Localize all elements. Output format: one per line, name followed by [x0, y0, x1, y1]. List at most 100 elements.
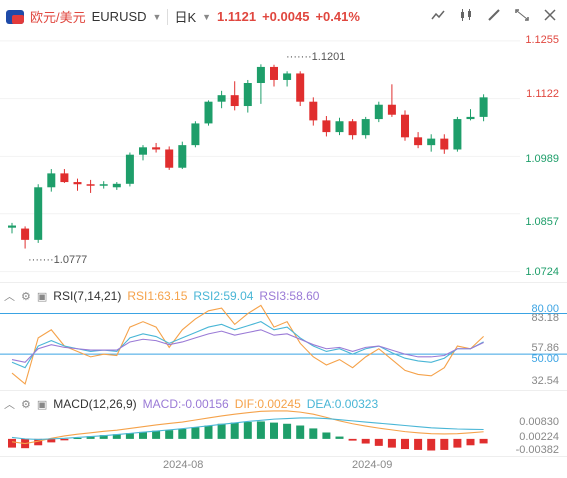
price-axis-label: 1.0989 — [525, 153, 559, 165]
candle-body — [204, 101, 213, 124]
macd-bar — [256, 421, 265, 439]
candle-body — [243, 83, 252, 107]
macd-bar — [204, 425, 213, 439]
line-chart-icon[interactable] — [429, 6, 447, 24]
candlestick-chart[interactable] — [0, 30, 567, 282]
macd-bar — [479, 438, 488, 444]
candle-body — [60, 173, 69, 183]
macd-bar — [427, 438, 436, 451]
macd-bar — [165, 430, 174, 439]
candle-body — [374, 104, 383, 120]
macd-bar — [270, 422, 278, 439]
candle-body — [230, 95, 239, 107]
price-change-percent: +0.41% — [315, 9, 360, 24]
macd-bar — [8, 438, 16, 448]
rsi-axis-label: 83.18 — [531, 312, 559, 324]
macd-bar — [283, 423, 292, 439]
price-axis-label: 1.1255 — [525, 34, 559, 46]
candle-type-icon[interactable] — [457, 6, 475, 24]
candle-body — [8, 225, 16, 228]
macd-axis-label: 0.00224 — [519, 431, 559, 443]
candle-body — [335, 121, 344, 133]
x-axis-label: 2024-08 — [163, 459, 204, 471]
candle-body — [217, 95, 226, 102]
chevron-down-icon[interactable]: ▼ — [153, 12, 162, 22]
macd-bar — [191, 427, 200, 439]
macd-bar — [361, 438, 370, 444]
candle-body — [34, 187, 43, 240]
candle-body — [414, 137, 423, 146]
close-icon[interactable] — [541, 6, 559, 24]
candle-body — [453, 119, 462, 150]
symbol-selector[interactable]: EURUSD — [92, 9, 147, 24]
candle-body — [86, 184, 95, 186]
timeframe-chevron-icon[interactable]: ▼ — [202, 12, 211, 22]
rsi-chart[interactable] — [0, 282, 567, 390]
macd-bar — [374, 438, 383, 446]
macd-bar — [230, 422, 239, 439]
candle-body — [270, 66, 278, 80]
candle-body — [152, 147, 161, 150]
candle-body — [165, 149, 174, 168]
candle-body — [256, 66, 265, 84]
candle-body — [139, 147, 147, 155]
macd-bar — [335, 436, 344, 439]
candle-body — [322, 120, 331, 133]
macd-bar — [348, 438, 357, 441]
candle-body — [112, 183, 121, 188]
chart-header: 欧元/美元 EURUSD ▼ 日K ▼ 1.1121 +0.0045 +0.41… — [0, 0, 567, 30]
candle-body — [296, 73, 305, 102]
current-price-tag: 1.1122 — [526, 88, 559, 100]
candle-body — [125, 154, 134, 184]
candle-body — [427, 138, 436, 146]
draw-tool-icon[interactable] — [485, 6, 503, 24]
candle-body — [73, 182, 82, 185]
macd-bar — [414, 438, 423, 450]
currency-flag-icon — [6, 9, 24, 24]
candle-body — [348, 121, 357, 136]
candle-body — [401, 114, 409, 138]
macd-axis-label: -0.00382 — [515, 444, 559, 456]
expand-icon[interactable] — [513, 6, 531, 24]
x-axis-label: 2024-09 — [352, 459, 393, 471]
x-axis-divider — [0, 456, 567, 457]
macd-bar — [401, 438, 409, 450]
rsi-line-2 — [11, 321, 484, 369]
macd-bar — [152, 430, 161, 439]
divider — [167, 8, 169, 25]
rsi-line-3 — [11, 329, 484, 363]
candle-body — [440, 138, 449, 150]
macd-bar — [466, 438, 475, 446]
candle-body — [99, 184, 108, 186]
macd-bar — [440, 438, 449, 450]
price-axis-label: 1.0857 — [525, 216, 559, 228]
low-marker-label: ·······1.0777 — [28, 254, 88, 266]
rsi-axis-label: 50.00 — [531, 353, 559, 365]
last-price: 1.1121 — [217, 9, 257, 24]
candle-body — [361, 119, 370, 136]
macd-bar — [296, 425, 305, 439]
macd-bar — [217, 423, 226, 439]
macd-bar — [60, 438, 69, 441]
price-change: +0.0045 — [262, 9, 310, 24]
candle-body — [387, 104, 396, 115]
macd-axis-label: 0.00830 — [519, 416, 559, 428]
candle-body — [479, 97, 488, 117]
macd-bar — [178, 429, 187, 439]
pair-name: 欧元/美元 — [30, 10, 86, 25]
macd-bar — [309, 428, 318, 439]
rsi-axis-label: 32.54 — [531, 375, 559, 387]
candle-body — [309, 101, 318, 121]
candle-body — [191, 123, 200, 146]
timeframe-selector[interactable]: 日K — [174, 7, 196, 26]
macd-bar — [387, 438, 396, 448]
price-axis-label: 1.0724 — [525, 266, 559, 278]
macd-bar — [322, 432, 331, 439]
high-marker-label: ·······1.1201 — [286, 51, 346, 63]
macd-chart[interactable] — [0, 390, 567, 456]
rsi-line-1 — [11, 304, 484, 385]
candle-body — [178, 145, 187, 168]
candle-body — [47, 173, 56, 188]
candle-body — [21, 228, 30, 240]
macd-bar — [243, 422, 252, 439]
